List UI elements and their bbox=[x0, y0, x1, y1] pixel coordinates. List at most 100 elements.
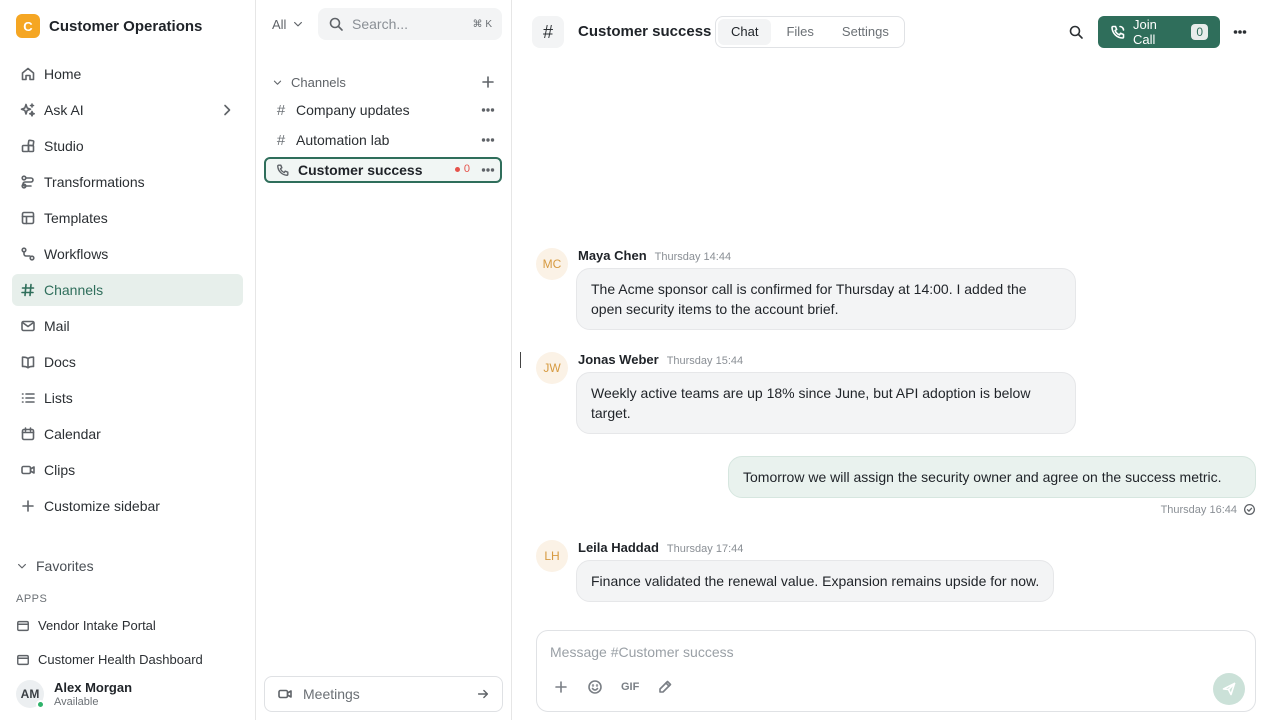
app-item[interactable]: Customer Health Dashboard bbox=[16, 652, 203, 667]
sidebar-item-lists[interactable]: Lists bbox=[12, 382, 243, 414]
workflow-icon bbox=[20, 246, 36, 262]
sidebar-item-label: Workflows bbox=[44, 246, 109, 262]
channel-item[interactable]: # Automation lab bbox=[264, 127, 502, 153]
sidebar-item-transformations[interactable]: Transformations bbox=[12, 166, 243, 198]
book-icon bbox=[20, 354, 36, 370]
workspace-logo: C bbox=[16, 14, 40, 38]
channel-item[interactable]: # Company updates bbox=[264, 97, 502, 123]
message-author: Maya Chen bbox=[578, 248, 647, 263]
avatar: LH bbox=[536, 540, 568, 572]
channels-section-header[interactable]: Channels bbox=[272, 74, 496, 90]
channel-filter-dropdown[interactable]: All bbox=[272, 16, 304, 32]
avatar-initials: AM bbox=[20, 687, 40, 701]
filter-label: All bbox=[272, 16, 287, 32]
sidebar-item-label: Calendar bbox=[44, 426, 101, 442]
plus-icon[interactable] bbox=[553, 679, 569, 695]
join-call-button[interactable]: Join Call 0 bbox=[1098, 16, 1220, 48]
sidebar-item-templates[interactable]: Templates bbox=[12, 202, 243, 234]
channel-hash-icon: # bbox=[532, 16, 564, 48]
message-meta: Maya Chen Thursday 14:44 bbox=[578, 248, 731, 263]
channel-list-pane: All Search... ⌘ K Channels # Company upd… bbox=[256, 0, 512, 720]
tab-chat[interactable]: Chat bbox=[718, 19, 772, 45]
mail-icon bbox=[20, 318, 36, 334]
search-input[interactable]: Search... ⌘ K bbox=[318, 8, 502, 40]
more-icon[interactable] bbox=[1232, 24, 1248, 40]
tab-files[interactable]: Files bbox=[773, 19, 826, 45]
chevron-down-icon bbox=[292, 18, 304, 30]
hash-icon: # bbox=[276, 131, 286, 149]
workspace-name: Customer Operations bbox=[49, 17, 203, 35]
sidebar-item-label: Home bbox=[44, 66, 82, 82]
more-icon[interactable] bbox=[480, 102, 496, 118]
sparkle-icon bbox=[20, 102, 36, 118]
video-icon bbox=[277, 686, 293, 702]
window-icon bbox=[16, 619, 30, 633]
channel-title: Customer success bbox=[578, 23, 712, 40]
avatar: JW bbox=[536, 352, 568, 384]
sidebar-item-studio[interactable]: Studio bbox=[12, 130, 243, 162]
more-icon[interactable] bbox=[480, 132, 496, 148]
participant-count: 0 bbox=[1191, 24, 1208, 40]
add-channel-icon[interactable] bbox=[480, 74, 496, 90]
message-time: Thursday 16:44 bbox=[1160, 503, 1237, 516]
workspace-switcher[interactable]: C Customer Operations bbox=[16, 14, 202, 38]
outgoing-message-meta: Thursday 16:44 bbox=[1161, 503, 1256, 516]
message-author: Leila Haddad bbox=[578, 540, 659, 555]
message-bubble: Weekly active teams are up 18% since Jun… bbox=[576, 372, 1076, 434]
message-bubble: Finance validated the renewal value. Exp… bbox=[576, 560, 1055, 602]
tab-settings[interactable]: Settings bbox=[829, 19, 902, 45]
chevron-right-icon[interactable] bbox=[219, 102, 235, 118]
sidebar-item-docs[interactable]: Docs bbox=[12, 346, 243, 378]
outgoing-message-bubble: Tomorrow we will assign the security own… bbox=[728, 456, 1256, 498]
sidebar-item-mail[interactable]: Mail bbox=[12, 310, 243, 342]
arrow-right-icon bbox=[476, 687, 490, 701]
avatar: MC bbox=[536, 248, 568, 280]
template-icon bbox=[20, 210, 36, 226]
section-label: Channels bbox=[291, 74, 346, 90]
user-profile[interactable]: AM Alex Morgan Available bbox=[16, 680, 132, 709]
sidebar-item-channels[interactable]: Channels bbox=[12, 274, 243, 306]
sidebar-item-label: Customize sidebar bbox=[44, 498, 160, 514]
text-cursor bbox=[520, 352, 521, 368]
favorites-toggle[interactable]: Favorites bbox=[16, 558, 94, 574]
sidebar-item-clips[interactable]: Clips bbox=[12, 454, 243, 486]
search-icon[interactable] bbox=[1068, 24, 1084, 40]
list-icon bbox=[20, 390, 36, 406]
search-icon bbox=[328, 16, 344, 32]
sidebar-nav: Home Ask AI Studio Transformations Templ… bbox=[12, 58, 243, 526]
message-author: Jonas Weber bbox=[578, 352, 659, 367]
pen-icon[interactable] bbox=[657, 679, 673, 695]
avatar: AM bbox=[16, 680, 45, 709]
search-shortcut: ⌘ K bbox=[472, 18, 492, 30]
send-button[interactable] bbox=[1213, 673, 1245, 705]
message-composer[interactable]: Message #Customer success GIF bbox=[536, 630, 1256, 712]
sidebar-item-workflows[interactable]: Workflows bbox=[12, 238, 243, 270]
home-icon bbox=[20, 66, 36, 82]
message-time: Thursday 17:44 bbox=[666, 543, 744, 555]
channel-tabs: Chat Files Settings bbox=[715, 16, 905, 48]
gif-button[interactable]: GIF bbox=[621, 681, 639, 693]
sidebar-item-label: Lists bbox=[44, 390, 73, 406]
app-item[interactable]: Vendor Intake Portal bbox=[16, 618, 156, 633]
check-circle-icon bbox=[1243, 503, 1256, 516]
sidebar-item-calendar[interactable]: Calendar bbox=[12, 418, 243, 450]
more-icon[interactable] bbox=[480, 162, 496, 178]
unread-dot bbox=[454, 166, 460, 172]
emoji-icon[interactable] bbox=[587, 679, 603, 695]
app-item-label: Customer Health Dashboard bbox=[38, 652, 203, 667]
sidebar-item-home[interactable]: Home bbox=[12, 58, 243, 90]
message-bubble: The Acme sponsor call is confirmed for T… bbox=[576, 268, 1076, 330]
channel-item-active[interactable]: Customer success 0 bbox=[264, 157, 502, 183]
join-call-label: Join Call bbox=[1133, 17, 1157, 47]
hash-icon bbox=[20, 282, 36, 298]
sidebar-item-label: Studio bbox=[44, 138, 84, 154]
meetings-label: Meetings bbox=[303, 686, 360, 702]
sidebar-item-customize[interactable]: Customize sidebar bbox=[12, 490, 243, 522]
studio-icon bbox=[20, 138, 36, 154]
sidebar-item-ask-ai[interactable]: Ask AI bbox=[12, 94, 243, 126]
sidebar-item-label: Ask AI bbox=[44, 102, 84, 118]
message-meta: Jonas Weber Thursday 15:44 bbox=[578, 352, 743, 367]
sidebar-item-label: Channels bbox=[44, 282, 104, 298]
meetings-button[interactable]: Meetings bbox=[264, 676, 503, 712]
channel-name: Company updates bbox=[296, 102, 410, 118]
